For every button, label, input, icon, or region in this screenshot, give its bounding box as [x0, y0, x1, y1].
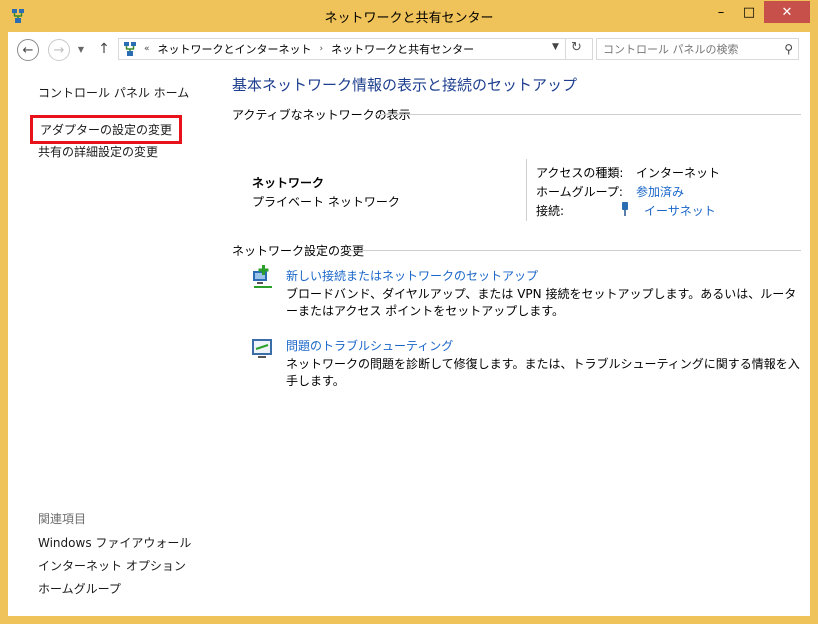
- related-internet-options-link[interactable]: インターネット オプション: [38, 557, 186, 574]
- title-bar: ネットワークと共有センター – □ ✕: [0, 0, 818, 32]
- close-button[interactable]: ✕: [764, 1, 810, 23]
- advanced-sharing-settings-link[interactable]: 共有の詳細設定の変更: [38, 143, 158, 160]
- network-settings-heading: ネットワーク設定の変更: [232, 244, 365, 258]
- search-box[interactable]: ⚲: [596, 38, 799, 60]
- ethernet-link[interactable]: イーサネット: [644, 202, 716, 219]
- back-button[interactable]: ←: [17, 39, 39, 61]
- change-adapter-settings-link[interactable]: アダプターの設定の変更: [30, 115, 183, 144]
- forward-button[interactable]: →: [48, 39, 70, 61]
- troubleshoot-problems-desc: ネットワークの問題を診断して修復します。または、トラブルシューティングに関する情…: [286, 357, 800, 388]
- main-content: 基本ネットワーク情報の表示と接続のセットアップ アクティブなネットワークの表示 …: [232, 68, 802, 616]
- related-firewall-link[interactable]: Windows ファイアウォール: [38, 534, 191, 551]
- breadcrumb-sharing-center[interactable]: ネットワークと共有センター: [331, 41, 474, 57]
- search-icon[interactable]: ⚲: [784, 42, 793, 56]
- related-heading: 関連項目: [38, 512, 87, 526]
- client-area: ← → ▼ ↑ « ネットワークとインターネット › ネットワークと共有センター…: [8, 32, 810, 616]
- left-pane: コントロール パネル ホーム アダプターの設定の変更 共有の詳細設定の変更 関連…: [8, 68, 204, 616]
- control-panel-home-link[interactable]: コントロール パネル ホーム: [38, 84, 189, 101]
- chevron-down-icon: ▼: [77, 44, 85, 54]
- homegroup-label: ホームグループ:: [536, 185, 623, 199]
- address-bar[interactable]: « ネットワークとインターネット › ネットワークと共有センター ▼ ↻: [118, 38, 593, 60]
- minimize-icon: –: [717, 4, 725, 20]
- breadcrumb-network-internet[interactable]: ネットワークとインターネット: [158, 41, 312, 57]
- recent-locations-button[interactable]: ▼: [74, 42, 88, 56]
- page-title: 基本ネットワーク情報の表示と接続のセットアップ: [232, 76, 578, 94]
- window: ネットワークと共有センター – □ ✕ ← → ▼ ↑ « ネットワークとインタ…: [0, 0, 818, 624]
- ethernet-icon: [622, 202, 628, 216]
- forward-arrow-icon: →: [53, 42, 65, 58]
- connection-label: 接続:: [536, 204, 565, 218]
- divider: [346, 250, 801, 251]
- vertical-divider: [526, 159, 527, 221]
- troubleshoot-icon: [252, 339, 272, 358]
- network-name: ネットワーク: [252, 176, 325, 190]
- network-icon: [124, 42, 136, 56]
- window-title: ネットワークと共有センター: [324, 11, 494, 26]
- troubleshoot-problems-link[interactable]: 問題のトラブルシューティング: [286, 337, 453, 354]
- network-type: プライベート ネットワーク: [252, 195, 400, 209]
- address-dropdown-icon[interactable]: ▼: [552, 42, 559, 52]
- address-divider: [565, 39, 566, 59]
- access-type-label: アクセスの種類:: [536, 166, 624, 180]
- setup-new-connection-desc: ブロードバンド、ダイヤルアップ、または VPN 接続をセットアップします。あるい…: [286, 287, 797, 318]
- maximize-icon: □: [742, 4, 756, 20]
- breadcrumb-separator[interactable]: ›: [320, 44, 324, 54]
- refresh-icon[interactable]: ↻: [571, 40, 582, 55]
- minimize-button[interactable]: –: [708, 1, 734, 23]
- back-arrow-icon: ←: [22, 42, 34, 58]
- new-connection-icon: [253, 265, 272, 288]
- access-type-value: インターネット: [636, 166, 721, 180]
- related-homegroup-link[interactable]: ホームグループ: [38, 580, 121, 597]
- maximize-button[interactable]: □: [736, 1, 762, 23]
- homegroup-link[interactable]: 参加済み: [636, 183, 684, 200]
- address-overflow[interactable]: «: [144, 44, 150, 54]
- divider: [376, 114, 801, 115]
- search-input[interactable]: [603, 42, 773, 56]
- up-arrow-icon: ↑: [98, 41, 110, 57]
- up-button[interactable]: ↑: [96, 40, 112, 58]
- navigation-bar: ← → ▼ ↑ « ネットワークとインターネット › ネットワークと共有センター…: [8, 32, 810, 68]
- setup-new-connection-link[interactable]: 新しい接続またはネットワークのセットアップ: [286, 267, 538, 284]
- close-icon: ✕: [781, 4, 793, 20]
- window-frame-bottom: [0, 616, 818, 624]
